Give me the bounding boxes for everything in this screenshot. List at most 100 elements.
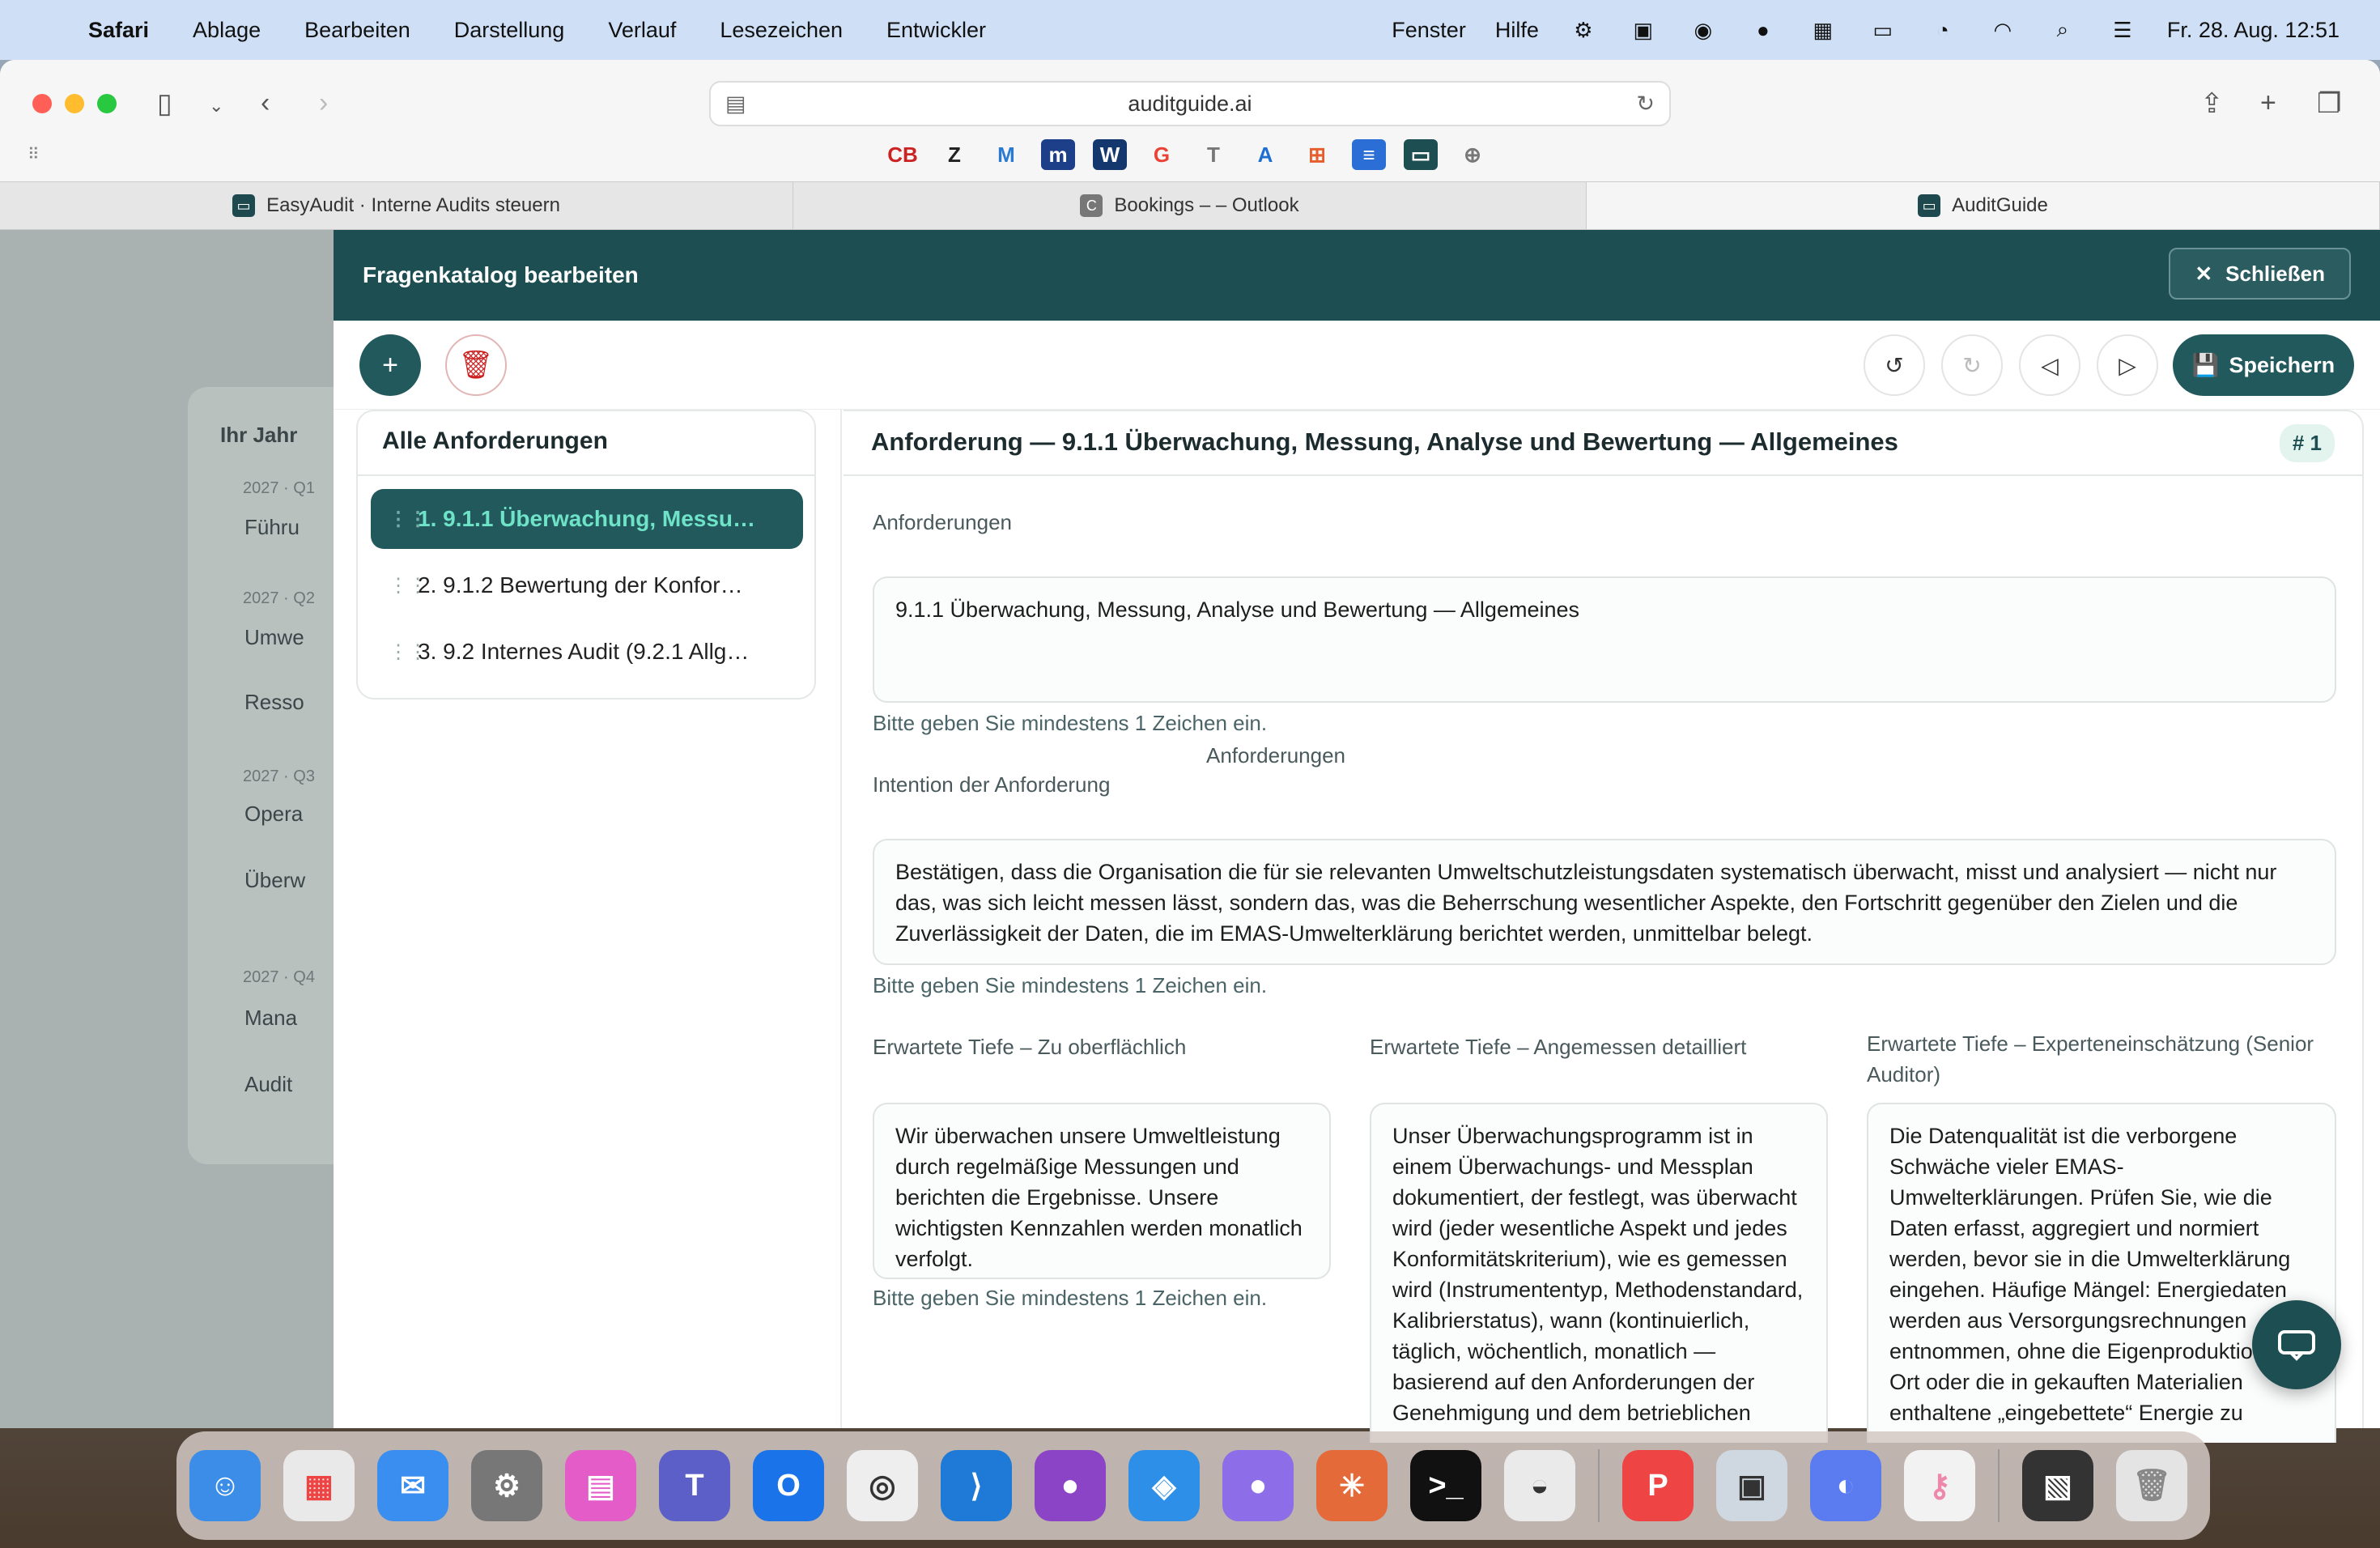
menu-app-name[interactable]: Safari — [88, 18, 149, 43]
menu-lesezeichen[interactable]: Lesezeichen — [720, 18, 843, 43]
fav-auditguide-icon[interactable]: ▭ — [1404, 139, 1438, 170]
record-icon[interactable]: ◉ — [1689, 18, 1717, 42]
quarter-label: 2027 · Q2 — [243, 589, 315, 607]
wifi-icon[interactable]: ◠ — [1989, 18, 2017, 42]
fav-t-icon[interactable]: T — [1196, 139, 1230, 170]
close-window-button[interactable] — [32, 94, 52, 113]
teams-icon[interactable]: T — [659, 1450, 730, 1521]
page-menu-icon[interactable]: ▤ — [725, 91, 746, 117]
list-item[interactable]: ⋮⋮ 2. 9.1.2 Bewertung der Konfor… — [371, 555, 803, 615]
drag-handle-icon[interactable]: ⋮⋮ — [389, 640, 427, 664]
fav-m-icon[interactable]: M — [989, 139, 1023, 170]
outlook-icon[interactable]: O — [753, 1450, 824, 1521]
app-pink-icon[interactable]: ▤ — [565, 1450, 636, 1521]
mail-icon[interactable]: ✉ — [377, 1450, 448, 1521]
close-button[interactable]: ✕ Schließen — [2169, 248, 2351, 300]
tiefe-experte-textarea[interactable]: Die Datenqualität ist die verborgene Sch… — [1867, 1103, 2336, 1443]
bg-item: Resso — [244, 690, 304, 714]
fav-cb-icon[interactable]: CB — [886, 139, 920, 170]
fav-word-icon[interactable]: W — [1093, 139, 1127, 170]
tab-bookings[interactable]: C Bookings – – Outlook — [793, 182, 1587, 229]
keychain-icon[interactable]: ⚷ — [1904, 1450, 1975, 1521]
back-icon[interactable]: ‹ — [261, 87, 270, 119]
fav-z-icon[interactable]: Z — [937, 139, 971, 170]
fav-azure-icon[interactable]: A — [1248, 139, 1282, 170]
previous-button[interactable]: ◁ — [2019, 334, 2080, 396]
drag-handle-icon[interactable]: ⋮⋮ — [389, 508, 427, 531]
forward-icon[interactable]: › — [319, 87, 328, 119]
list-item-label: 3. 9.2 Internes Audit (9.2.1 Allg… — [418, 639, 750, 664]
display-icon[interactable]: ▣ — [1630, 18, 1657, 42]
timer-icon[interactable]: ◔ — [1929, 18, 1957, 42]
menu-hilfe[interactable]: Hilfe — [1495, 18, 1539, 43]
chatgpt-icon[interactable]: ⚙ — [1570, 18, 1597, 42]
menu-fenster[interactable]: Fenster — [1392, 18, 1466, 43]
claude-icon[interactable]: ✳ — [1316, 1450, 1388, 1521]
finder-icon[interactable]: ☺ — [189, 1450, 261, 1521]
address-bar[interactable]: ▤ auditguide.ai ↻ — [709, 81, 1671, 126]
share-icon[interactable]: ⇪ — [2200, 87, 2224, 120]
requirements-list-panel: Alle Anforderungen ⋮⋮ 1. 9.1.1 Überwachu… — [356, 410, 816, 700]
fav-m-blue-icon[interactable]: m — [1041, 139, 1075, 170]
screenshot-icon[interactable]: ◎ — [847, 1450, 918, 1521]
add-requirement-button[interactable]: + — [359, 334, 421, 396]
preview-icon[interactable]: ▣ — [1716, 1450, 1787, 1521]
next-button[interactable]: ▷ — [2097, 334, 2158, 396]
new-tab-icon[interactable]: + — [2260, 87, 2276, 119]
fav-google-icon[interactable]: G — [1145, 139, 1179, 170]
safari-icon[interactable]: ◈ — [1128, 1450, 1200, 1521]
tiefe-oberflaechlich-textarea[interactable]: Wir überwachen unsere Umweltleistung dur… — [873, 1103, 1331, 1279]
bg-item: Opera — [244, 802, 304, 826]
bg-item: Führu — [244, 515, 300, 539]
tab-auditguide[interactable]: ▭ AuditGuide — [1587, 182, 2380, 229]
github-icon[interactable]: ● — [1035, 1450, 1106, 1521]
chat-assistant-button[interactable] — [2252, 1300, 2341, 1389]
tab-label: Bookings – – Outlook — [1114, 194, 1299, 216]
copilot-icon[interactable]: ◐ — [1810, 1450, 1881, 1521]
search-icon[interactable]: ⌕ — [2049, 17, 2076, 42]
powerpoint-icon[interactable]: P — [1622, 1450, 1694, 1521]
anforderungen-textarea[interactable]: 9.1.1 Überwachung, Messung, Analyse und … — [873, 576, 2336, 703]
tab-overview-dots-icon[interactable]: ⠿ — [28, 144, 40, 164]
fav-blue-app-icon[interactable]: ≡ — [1352, 139, 1386, 170]
drag-handle-icon[interactable]: ⋮⋮ — [389, 574, 427, 598]
trash-icon[interactable]: 🗑 — [2116, 1450, 2187, 1521]
zoom-window-button[interactable] — [97, 94, 117, 113]
tiefe-oberflaechlich-hint: Bitte geben Sie mindestens 1 Zeichen ein… — [873, 1286, 1268, 1310]
modal-header: Fragenkatalog bearbeiten ✕ Schließen — [334, 230, 2380, 321]
list-item-selected[interactable]: ⋮⋮ 1. 9.1.1 Überwachung, Messu… — [371, 489, 803, 549]
menu-entwickler[interactable]: Entwickler — [886, 18, 986, 43]
reload-icon[interactable]: ↻ — [1636, 91, 1655, 117]
terminal-icon[interactable]: >_ — [1410, 1450, 1481, 1521]
redo-button[interactable]: ↻ — [1941, 334, 2003, 396]
layout-icon[interactable]: ▦ — [1809, 18, 1837, 42]
anforderungen-label: Anforderungen — [1206, 743, 1346, 768]
orb-app-icon[interactable]: ● — [1222, 1450, 1294, 1521]
vscode-icon[interactable]: ⟩ — [941, 1450, 1012, 1521]
list-item[interactable]: ⋮⋮ 3. 9.2 Internes Audit (9.2.1 Allg… — [371, 622, 803, 682]
tabs-overview-icon[interactable]: ❐ — [2317, 87, 2341, 120]
launchpad-icon[interactable]: ▦ — [283, 1450, 355, 1521]
save-button[interactable]: 💾 Speichern — [2173, 334, 2354, 396]
menubar-clock[interactable]: Fr. 28. Aug. 12:51 — [2167, 18, 2340, 43]
chevron-down-icon[interactable]: ⌄ — [209, 96, 223, 117]
menu-darstellung[interactable]: Darstellung — [454, 18, 565, 43]
menu-ablage[interactable]: Ablage — [193, 18, 261, 43]
menu-verlauf[interactable]: Verlauf — [608, 18, 676, 43]
intention-textarea[interactable]: Bestätigen, dass die Organisation die fü… — [873, 839, 2336, 965]
fav-microsoft-icon[interactable]: ⊞ — [1300, 139, 1334, 170]
system-settings-icon[interactable]: ⚙ — [471, 1450, 542, 1521]
battery-icon[interactable]: ▭ — [1869, 18, 1897, 42]
menu-bearbeiten[interactable]: Bearbeiten — [304, 18, 410, 43]
avatar-icon[interactable]: ● — [1749, 18, 1777, 42]
minimize-window-button[interactable] — [65, 94, 84, 113]
incognito-icon[interactable]: ◒ — [1504, 1450, 1575, 1521]
delete-requirement-button[interactable]: 🗑 — [445, 334, 507, 396]
sidebar-toggle-icon[interactable]: ▯ — [157, 87, 172, 120]
recent-window-icon[interactable]: ▧ — [2022, 1450, 2093, 1521]
control-center-icon[interactable]: ☰ — [2109, 18, 2136, 42]
tiefe-angemessen-textarea[interactable]: Unser Überwachungsprogramm ist in einem … — [1370, 1103, 1828, 1443]
tab-easyaudit[interactable]: ▭ EasyAudit · Interne Audits steuern — [0, 182, 793, 229]
undo-button[interactable]: ↺ — [1864, 334, 1925, 396]
fav-globe-icon[interactable]: ⊕ — [1456, 139, 1490, 170]
